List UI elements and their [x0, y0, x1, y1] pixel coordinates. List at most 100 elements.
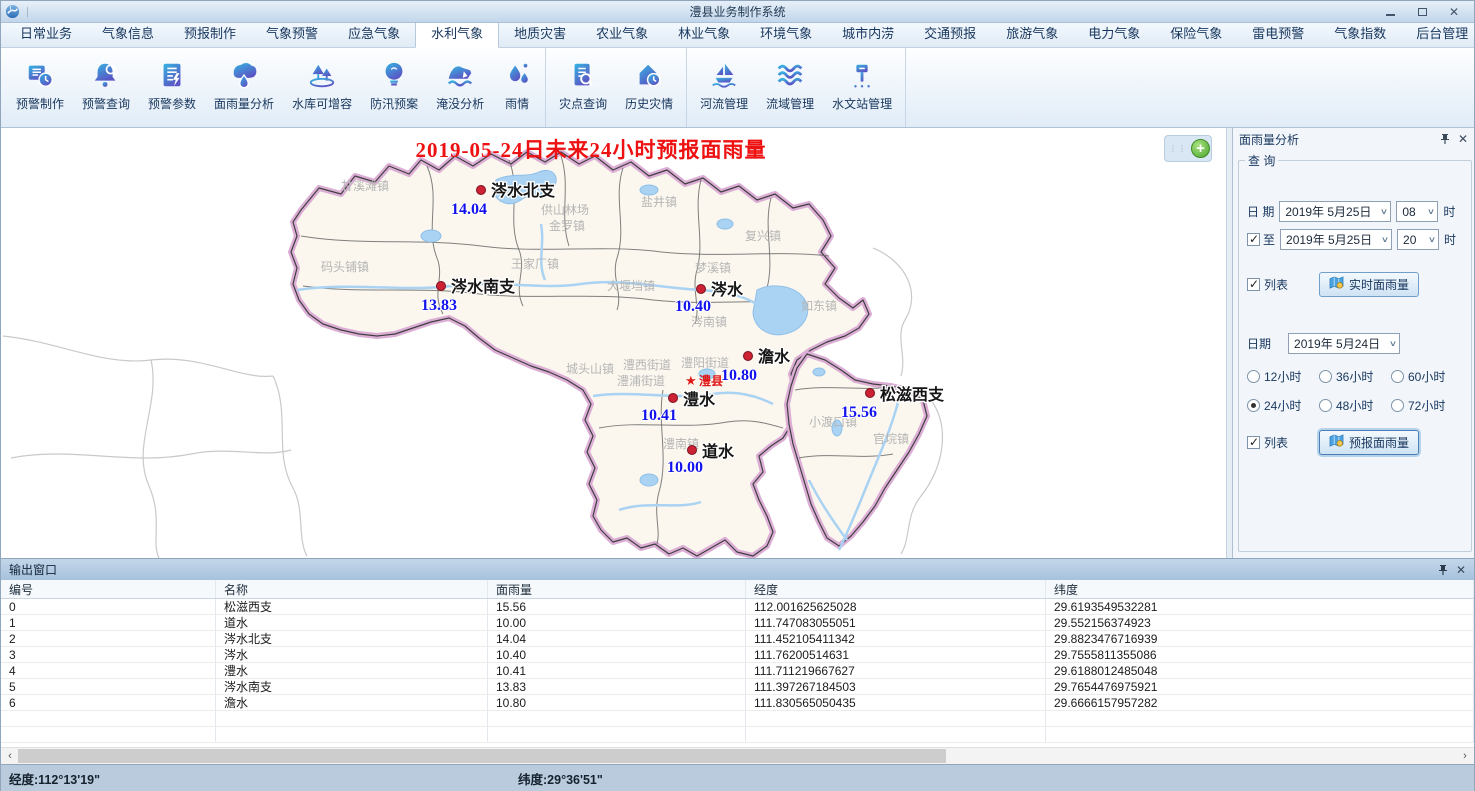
table-row[interactable]: 3涔水10.40111.7620051463129.7555811355086	[1, 647, 1474, 663]
query-group-title: 查 询	[1245, 152, 1278, 169]
tab-lightning-alert[interactable]: 雷电预警	[1237, 19, 1319, 47]
town-label: 澧浦街道	[617, 374, 665, 388]
duration-48h-radio[interactable]	[1319, 399, 1332, 412]
tab-weather-index[interactable]: 气象指数	[1319, 19, 1401, 47]
end-date-select[interactable]: 2019年 5月25日∨	[1280, 229, 1392, 250]
column-header-name[interactable]: 名称	[216, 580, 488, 598]
basin-mgmt-button[interactable]: 流域管理	[757, 52, 823, 123]
alert-params-button[interactable]: 预警参数	[139, 52, 205, 123]
station-dot[interactable]	[477, 186, 486, 195]
station-name: 涔水北支	[491, 181, 556, 200]
station-dot[interactable]	[688, 446, 697, 455]
title-bar: | 澧县业务制作系统 ✕	[1, 1, 1474, 23]
tab-tourism-weather[interactable]: 旅游气象	[991, 19, 1073, 47]
river-mgmt-button[interactable]: 河流管理	[691, 52, 757, 123]
area-rain-button[interactable]: 面雨量分析	[205, 52, 283, 123]
table-row[interactable]: 0松滋西支15.56112.00162562502829.61935495322…	[1, 599, 1474, 615]
table-row[interactable]: 5涔水南支13.83111.39726718450329.76544769759…	[1, 679, 1474, 695]
tab-forestry-weather[interactable]: 林业气象	[663, 19, 745, 47]
scroll-left-arrow-icon[interactable]: ‹	[2, 748, 18, 764]
table-row[interactable]: 4澧水10.41111.71121966762729.6188012485048	[1, 663, 1474, 679]
pin-icon[interactable]	[1438, 564, 1448, 576]
station-dot[interactable]	[437, 282, 446, 291]
disaster-query-icon	[568, 58, 598, 92]
station-value: 15.56	[841, 404, 877, 421]
scrollbar-thumb[interactable]	[18, 749, 946, 763]
column-header-area-rain[interactable]: 面雨量	[488, 580, 746, 598]
duration-24h-radio[interactable]	[1247, 399, 1260, 412]
forecast-list-checkbox[interactable]	[1247, 436, 1260, 449]
drag-handle-icon[interactable]: ⋮⋮	[1169, 147, 1187, 151]
table-row[interactable]: 2涔水北支14.04111.45210541134229.88234767169…	[1, 631, 1474, 647]
forecast-area-rain-button[interactable]: 预报面雨量	[1319, 430, 1419, 455]
town-label: 澧西街道	[623, 358, 671, 372]
rain-info-button[interactable]: 雨情	[493, 52, 541, 123]
inundation-button[interactable]: 淹没分析	[427, 52, 493, 123]
town-label: 金罗镇	[549, 218, 585, 233]
output-close-icon[interactable]: ✕	[1456, 564, 1466, 576]
tab-urban-flood[interactable]: 城市内涝	[827, 19, 909, 47]
column-header-longitude[interactable]: 经度	[746, 580, 1046, 598]
end-hour-select[interactable]: 20∨	[1397, 229, 1439, 250]
tab-agriculture-weather[interactable]: 农业气象	[581, 19, 663, 47]
minimize-button[interactable]	[1384, 6, 1396, 18]
table-row[interactable]: 6澹水10.80111.83056505043529.6666157957282	[1, 695, 1474, 711]
forecast-date-select[interactable]: 2019年 5月24日∨	[1288, 333, 1400, 354]
tab-emergency-weather[interactable]: 应急气象	[333, 19, 415, 47]
town-label: 梦溪镇	[695, 261, 731, 275]
toolbar-group-alert: 预警制作 预警查询 预警参数 面雨量分析 水库可增容 防汛预案	[3, 48, 546, 127]
tab-weather-alert[interactable]: 气象预警	[251, 19, 333, 47]
hydro-station-mgmt-button[interactable]: 水文站管理	[823, 52, 901, 123]
town-label: 大堰垱镇	[607, 279, 655, 293]
to-date-checkbox[interactable]	[1247, 233, 1260, 246]
disaster-history-button[interactable]: 历史灾情	[616, 52, 682, 123]
tab-environment-weather[interactable]: 环境气象	[745, 19, 827, 47]
station-dot[interactable]	[669, 394, 678, 403]
chevron-down-icon: ∨	[1381, 235, 1389, 244]
tab-admin[interactable]: 后台管理	[1401, 19, 1475, 47]
flood-plan-button[interactable]: 防汛预案	[361, 52, 427, 123]
zoom-in-button[interactable]: +	[1191, 139, 1210, 158]
horizontal-scrollbar[interactable]: ‹ ›	[1, 747, 1474, 764]
column-header-id[interactable]: 编号	[1, 580, 216, 598]
tab-geo-disaster[interactable]: 地质灾害	[499, 19, 581, 47]
start-hour-select[interactable]: 08∨	[1396, 201, 1438, 222]
reservoir-button[interactable]: 水库可增容	[283, 52, 361, 123]
disaster-query-button[interactable]: 灾点查询	[550, 52, 616, 123]
scroll-right-arrow-icon[interactable]: ›	[1457, 748, 1473, 764]
duration-36h-radio[interactable]	[1319, 370, 1332, 383]
close-button[interactable]: ✕	[1448, 6, 1460, 18]
realtime-list-checkbox[interactable]	[1247, 278, 1260, 291]
station-dot[interactable]	[697, 285, 706, 294]
flood-plan-icon	[379, 58, 409, 92]
station-dot[interactable]	[744, 352, 753, 361]
tab-weather-info[interactable]: 气象信息	[87, 19, 169, 47]
station-dot[interactable]	[866, 389, 875, 398]
tab-traffic-forecast[interactable]: 交通预报	[909, 19, 991, 47]
maximize-button[interactable]	[1416, 6, 1428, 18]
tab-power-weather[interactable]: 电力气象	[1073, 19, 1155, 47]
menu-bar: 日常业务 气象信息 预报制作 气象预警 应急气象 水利气象 地质灾害 农业气象 …	[1, 23, 1474, 48]
realtime-area-rain-button[interactable]: 实时面雨量	[1319, 272, 1419, 297]
station-name: 涔水南支	[451, 277, 516, 296]
column-header-latitude[interactable]: 纬度	[1046, 580, 1474, 598]
start-date-select[interactable]: 2019年 5月25日∨	[1279, 201, 1391, 222]
hydro-station-icon	[847, 58, 877, 92]
map-canvas[interactable]: 2019-05-24日未来24小时预报面雨量 ⋮⋮ +	[1, 128, 1226, 558]
duration-60h-radio[interactable]	[1391, 370, 1404, 383]
alert-make-button[interactable]: 预警制作	[7, 52, 73, 123]
table-row[interactable]: 1道水10.00111.74708305505129.552156374923	[1, 615, 1474, 631]
panel-close-icon[interactable]: ✕	[1458, 133, 1468, 145]
pin-icon[interactable]	[1440, 133, 1450, 145]
star-icon: ★	[685, 373, 697, 388]
tab-forecast-production[interactable]: 预报制作	[169, 19, 251, 47]
map-title: 2019-05-24日未来24小时预报面雨量	[1, 134, 1181, 164]
alert-query-button[interactable]: 预警查询	[73, 52, 139, 123]
town-label: 官垸镇	[873, 431, 909, 446]
duration-12h-radio[interactable]	[1247, 370, 1260, 383]
tab-daily-business[interactable]: 日常业务	[5, 19, 87, 47]
station-name: 道水	[702, 442, 735, 461]
river-icon	[709, 58, 739, 92]
duration-72h-radio[interactable]	[1391, 399, 1404, 412]
tab-insurance-weather[interactable]: 保险气象	[1155, 19, 1237, 47]
